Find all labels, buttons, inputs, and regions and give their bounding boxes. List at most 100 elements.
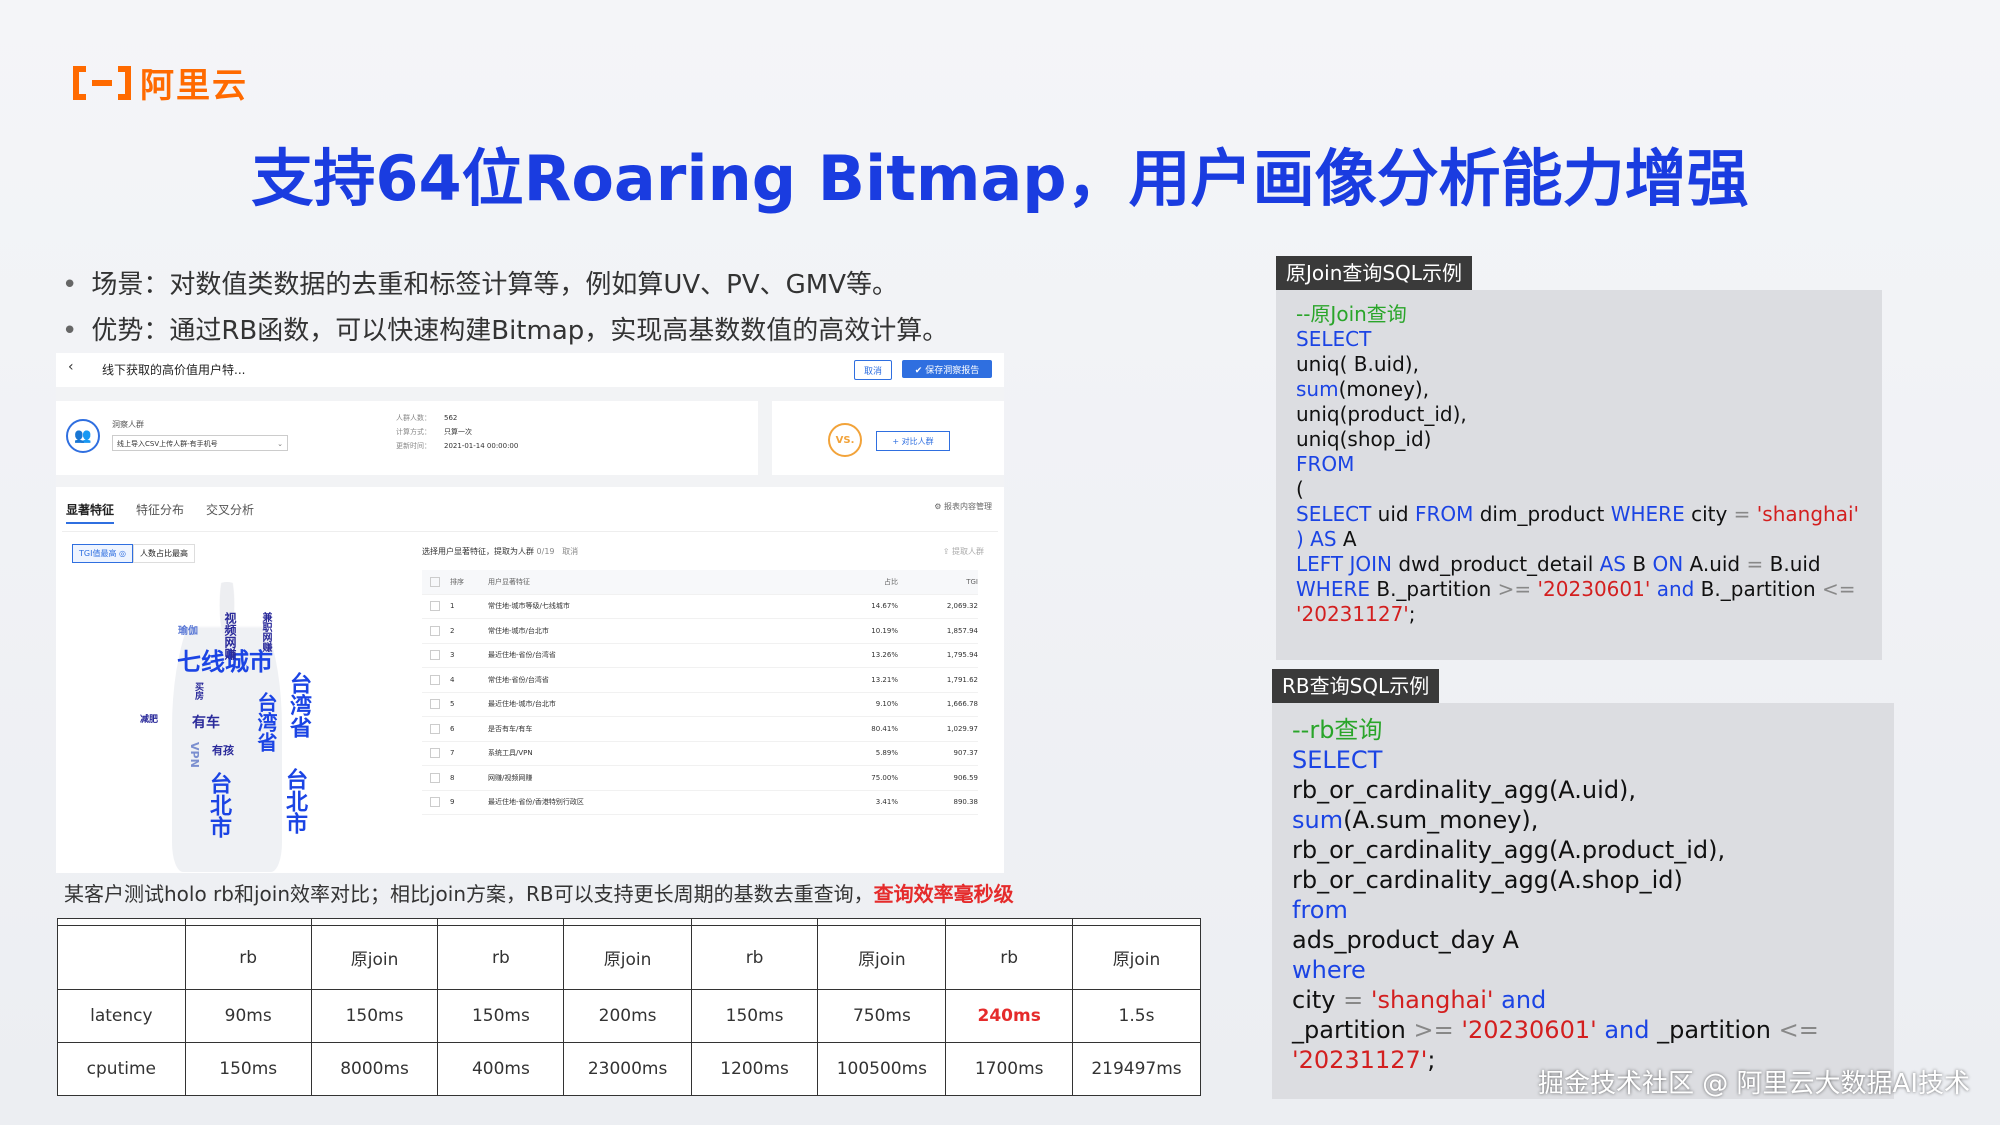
toggle-ratio[interactable]: 人数占比最高 xyxy=(132,544,195,563)
vs-badge: VS. xyxy=(828,423,862,457)
cell: 80.41% xyxy=(871,724,898,733)
row-checkbox[interactable] xyxy=(430,699,440,710)
table-cell xyxy=(1072,918,1201,926)
extract-crowd-button[interactable]: ⇪ 提取人群 xyxy=(943,546,984,557)
row-checkbox[interactable] xyxy=(430,576,440,587)
cell: 排序 xyxy=(450,577,464,586)
cell: 1,795.94 xyxy=(946,651,978,660)
tab-distribution[interactable]: 特征分布 xyxy=(136,501,184,524)
cell: 14.67% xyxy=(871,602,898,611)
table-cell xyxy=(563,918,692,926)
feature-list: 排序 用户显著特征 占比 TGI 1 常住地-城市等级/七线城市 14.67% 2,069.3… xyxy=(422,570,978,815)
table-cell: latency xyxy=(57,989,186,1044)
row-checkbox[interactable] xyxy=(430,797,440,808)
compare-crowd-button[interactable]: + 对比人群 xyxy=(876,431,950,451)
back-icon[interactable]: ‹ xyxy=(68,359,74,375)
table-row: cputime 150ms 8000ms 400ms 23000ms 1200ms 1005… xyxy=(57,1042,1201,1096)
row-checkbox[interactable] xyxy=(430,674,440,685)
row-checkbox[interactable] xyxy=(430,650,440,661)
sql2-line: rb_or_cardinality_agg(A.uid), xyxy=(1292,776,1637,804)
crowd-select[interactable]: 线上导入CSV上传人群-有手机号 ⌄ xyxy=(112,435,288,451)
table-cell: 150ms xyxy=(310,989,439,1044)
table-cell: 100500ms xyxy=(817,1042,947,1096)
table-cell xyxy=(945,918,1073,926)
row-checkbox[interactable] xyxy=(430,748,440,759)
cloud-word: 有孩 xyxy=(212,744,234,757)
cell: 9 xyxy=(450,798,455,807)
crowd-select-value: 线上导入CSV上传人群-有手机号 xyxy=(117,440,218,448)
table-row: 3 最近住地-省份/台湾省 13.26% 1,795.94 xyxy=(422,644,978,668)
table-cell: 23000ms xyxy=(563,1042,692,1096)
table-cell: rb xyxy=(945,924,1073,991)
feature-list-count: 0/19 xyxy=(536,547,555,556)
cloud-word: 有车 xyxy=(192,715,220,731)
crowd-label: 洞察人群 xyxy=(112,420,144,429)
table-cell xyxy=(57,924,186,991)
compare-card: VS. + 对比人群 xyxy=(772,401,1004,475)
toggle-tgi[interactable]: TGI值最高 ◎ xyxy=(72,544,133,563)
sql1-line: LEFT JOIN dwd_product_detail AS B ON A.u… xyxy=(1296,552,1821,576)
table-cell: 1.5s xyxy=(1072,989,1201,1044)
aliyun-logo-icon xyxy=(73,65,131,100)
table-cell xyxy=(310,918,439,926)
feature-list-header: 选择用户显著特征，提取为人群 0/19 取消 xyxy=(422,546,578,557)
row-checkbox[interactable] xyxy=(430,625,440,636)
bullet-list: • 场景：对数值类数据的去重和标签计算等，例如算UV、PV、GMV等。 • 优势：通… xyxy=(62,262,1062,354)
table-cell: 240ms xyxy=(945,989,1073,1044)
cell: 6 xyxy=(450,724,455,733)
table-cell: 219497ms xyxy=(1072,1042,1201,1096)
save-report-button[interactable]: ✔ 保存洞察报告 xyxy=(902,360,992,378)
cell: 占比 xyxy=(884,577,898,586)
feature-list-cancel[interactable]: 取消 xyxy=(562,547,578,556)
analysis-panel: 显著特征 特征分布 交叉分析 ⚙ 报表内容管理 TGI值最高 ◎ 人数占比最高 … xyxy=(56,487,1004,873)
table-row: 5 最近住地-城市/台北市 9.10% 1,666.78 xyxy=(422,693,978,717)
table-row: 1 常住地-城市等级/七线城市 14.67% 2,069.32 xyxy=(422,595,978,619)
logo-text: 阿里云 xyxy=(140,66,248,106)
table-cell: 150ms xyxy=(690,989,819,1044)
cloud-word: 兼职网赚 xyxy=(260,612,271,652)
row-checkbox[interactable] xyxy=(430,772,440,783)
cell: 2 xyxy=(450,626,455,635)
table-cell xyxy=(57,918,186,926)
cancel-button[interactable]: 取消 xyxy=(854,360,892,380)
table-cell: 1700ms xyxy=(945,1042,1073,1096)
sql1-line: sum(money), xyxy=(1296,377,1430,401)
tab-cross[interactable]: 交叉分析 xyxy=(206,501,254,524)
cell: 1,857.94 xyxy=(946,626,978,635)
cell: 10.19% xyxy=(871,626,898,635)
cell: 常住地-城市/台北市 xyxy=(488,626,549,635)
sql1-line: uniq(shop_id) xyxy=(1296,427,1432,451)
analysis-tabs: 显著特征 特征分布 交叉分析 xyxy=(66,501,254,524)
sql2-line: _partition >= '20230601' and _partition … xyxy=(1292,1016,1819,1044)
cloud-word: 台湾省 xyxy=(286,672,311,738)
cloud-word: 台湾省 xyxy=(254,692,278,752)
tab-significant[interactable]: 显著特征 xyxy=(66,501,115,524)
sql2-line: sum(A.sum_money), xyxy=(1292,806,1539,834)
report-manage-link[interactable]: ⚙ 报表内容管理 xyxy=(934,501,992,512)
bullet-text: 优势：通过RB函数，可以快速构建Bitmap，实现高基数数值的高效计算。 xyxy=(91,316,949,346)
row-checkbox[interactable] xyxy=(430,723,440,734)
cell: 7 xyxy=(450,749,455,758)
table-cell: 90ms xyxy=(184,989,312,1044)
sql1-line: --原Join查询 xyxy=(1296,302,1407,326)
table-header-row: rb 原join rb 原join rb 原join rb 原join xyxy=(57,924,1201,991)
table-cell: 原join xyxy=(563,924,692,991)
cell: 890.38 xyxy=(953,798,979,807)
table-cell: 150ms xyxy=(437,989,565,1044)
table-cell xyxy=(437,918,565,926)
row-checkbox[interactable] xyxy=(430,601,440,612)
cell: 8 xyxy=(450,773,455,782)
sql1-line: SELECT uid FROM dim_product WHERE city =… xyxy=(1296,502,1860,526)
table-cell: 200ms xyxy=(563,989,692,1044)
sql2-line: rb_or_cardinality_agg(A.shop_id) xyxy=(1292,866,1683,894)
table-cell: rb xyxy=(184,924,312,991)
cell: 1,791.62 xyxy=(946,675,978,684)
cloud-word: 台北市 xyxy=(206,772,231,838)
feature-list-head: 排序 用户显著特征 占比 TGI xyxy=(422,570,978,595)
table-cell: rb xyxy=(437,924,565,991)
sort-toggle: TGI值最高 ◎ 人数占比最高 xyxy=(72,544,195,563)
sql1-line: ) AS A xyxy=(1296,527,1357,551)
table-cell: 8000ms xyxy=(310,1042,439,1096)
table-cell: cputime xyxy=(57,1042,186,1096)
cell: 9.10% xyxy=(875,700,898,709)
